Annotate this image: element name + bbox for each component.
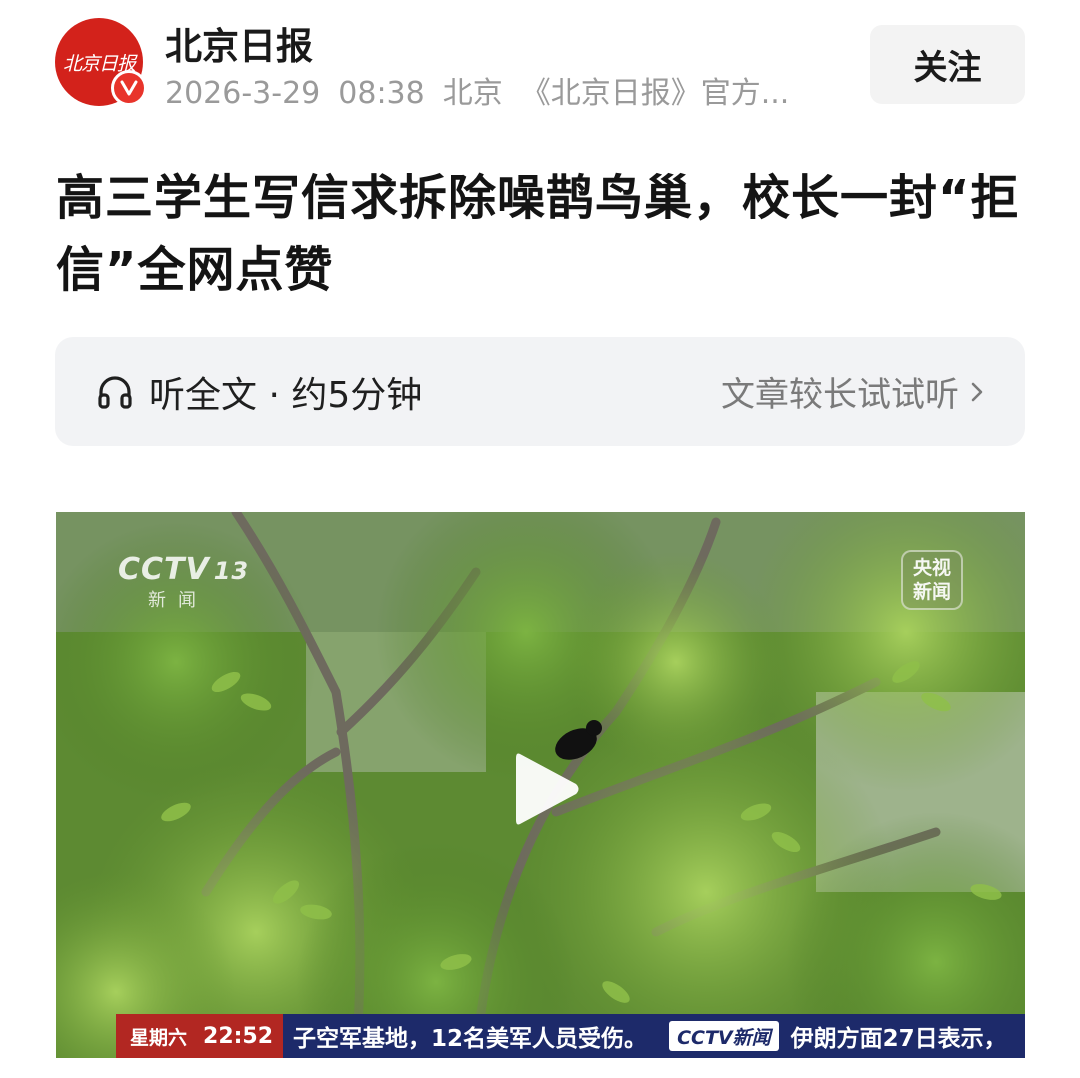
author-description: 《北京日报》官方...: [520, 76, 790, 111]
listen-hint[interactable]: 文章较长试试听: [721, 367, 985, 416]
follow-button[interactable]: 关注: [870, 25, 1025, 104]
news-ticker: 星期六 22:52 子空军基地，12名美军人员受伤。 CCTV新闻 伊朗方面27…: [116, 1014, 1025, 1058]
post-location: 北京: [442, 76, 503, 111]
video-player[interactable]: CCTV 13 新闻 央视 新闻 星期六 22:52 子空军基地，12名美军人员受…: [56, 512, 1025, 1058]
ticker-time: 22:52: [195, 1014, 284, 1058]
cctv-channel-sub: 新闻: [148, 590, 208, 611]
verified-icon: [111, 70, 147, 106]
article-title: 高三学生写信求拆除噪鹊鸟巢，校长一封“拒信”全网点赞: [56, 170, 1020, 298]
ticker-headline-2: 伊朗方面27日表示，: [790, 1026, 1007, 1052]
post-meta: 2026-3-29 08:38 北京 《北京日报》官方...: [165, 68, 835, 112]
post-time: 08:38: [338, 76, 425, 111]
ticker-headline: 子空军基地，12名美军人员受伤。: [293, 1026, 648, 1052]
play-icon[interactable]: [506, 744, 586, 834]
cctv-news-watermark: 央视 新闻: [901, 550, 963, 610]
author-name[interactable]: 北京日报: [165, 16, 313, 70]
listen-bar[interactable]: 听全文 · 约5分钟 文章较长试试听: [55, 337, 1025, 446]
watermark-line1: 央视: [912, 557, 951, 579]
ticker-cctv-news-logo: CCTV新闻: [669, 1021, 779, 1051]
ticker-day: 星期六: [116, 1014, 196, 1058]
chevron-right-icon: [969, 379, 985, 405]
listen-hint-text: 文章较长试试听: [721, 375, 959, 415]
cctv13-logo: CCTV 13: [118, 552, 249, 587]
cctv-logo-text: CCTV: [118, 552, 210, 587]
author-avatar[interactable]: 北京日报: [55, 18, 147, 106]
listen-label: 听全文 · 约5分钟: [149, 374, 423, 416]
listen-full-text: 听全文 · 约5分钟: [95, 366, 422, 418]
cctv-channel-number: 13: [213, 557, 250, 585]
headphone-icon: [95, 372, 135, 412]
watermark-line2: 新闻: [912, 581, 951, 603]
post-date: 2026-3-29: [165, 76, 321, 111]
